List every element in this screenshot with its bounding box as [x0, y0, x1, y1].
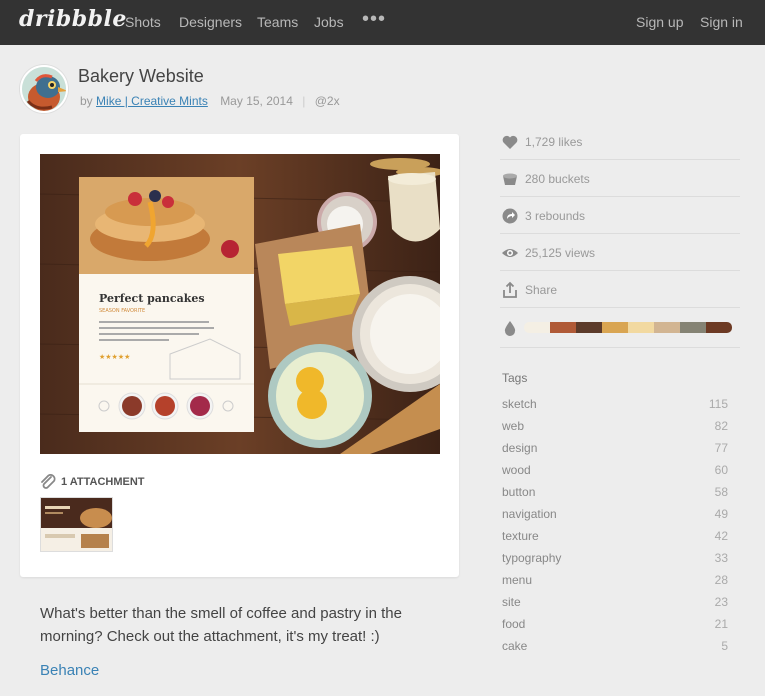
palette-swatch[interactable]	[654, 322, 680, 333]
nav-designers[interactable]: Designers	[179, 14, 242, 30]
tag-row[interactable]: web 82	[502, 419, 728, 441]
retina-badge[interactable]: @2x	[315, 94, 340, 108]
tag-count: 23	[714, 595, 728, 609]
palette-swatch[interactable]	[576, 322, 602, 333]
tag-row[interactable]: wood 60	[502, 463, 728, 485]
eye-icon	[502, 249, 518, 257]
likes-count: 1,729 likes	[525, 135, 583, 149]
tag-name[interactable]: button	[502, 485, 535, 499]
tag-count: 28	[714, 573, 728, 587]
tag-count: 115	[708, 397, 728, 411]
tag-count: 58	[714, 485, 728, 499]
share-label: Share	[525, 283, 558, 297]
tag-name[interactable]: typography	[502, 551, 561, 565]
author-link[interactable]: Mike | Creative Mints	[96, 94, 208, 108]
tag-row[interactable]: food 21	[502, 617, 728, 639]
card-subtitle: SEASON FAVORITE	[99, 308, 145, 314]
sign-in-link[interactable]: Sign in	[700, 14, 743, 30]
rebounds-count: 3 rebounds	[525, 209, 586, 223]
more-menu-icon[interactable]: •••	[362, 8, 386, 31]
shot-title: Bakery Website	[78, 66, 204, 86]
tag-name[interactable]: food	[502, 617, 525, 631]
shot-card: Perfect pancakes SEASON FAVORITE ★★★★★ 1…	[20, 134, 459, 577]
likes-stat[interactable]: 1,729 likes	[500, 123, 740, 160]
tag-row[interactable]: cake 5	[502, 639, 728, 661]
behance-link[interactable]: Behance	[40, 662, 99, 679]
shot-image[interactable]: Perfect pancakes SEASON FAVORITE ★★★★★	[40, 154, 440, 454]
shot-stats-sidebar: 1,729 likes 280 buckets 3 rebounds 25,12…	[500, 123, 740, 348]
share-stat[interactable]: Share	[500, 271, 740, 308]
buckets-stat[interactable]: 280 buckets	[500, 160, 740, 197]
tag-name[interactable]: wood	[502, 463, 531, 477]
tag-count: 42	[714, 529, 728, 543]
palette-swatch[interactable]	[680, 322, 706, 333]
shot-date: May 15, 2014	[220, 94, 293, 108]
tag-row[interactable]: site 23	[502, 595, 728, 617]
tag-name[interactable]: texture	[502, 529, 539, 543]
tag-row[interactable]: typography 33	[502, 551, 728, 573]
nav-jobs[interactable]: Jobs	[314, 14, 344, 30]
attachment-thumbnail[interactable]	[40, 497, 113, 552]
rebounds-stat[interactable]: 3 rebounds	[500, 197, 740, 234]
tag-count: 33	[714, 551, 728, 565]
tags-list: sketch 115 web 82 design 77 wood 60 button 58 navi…	[502, 397, 728, 661]
tag-count: 77	[714, 441, 728, 455]
tag-count: 49	[714, 507, 728, 521]
color-palette-row	[500, 308, 740, 348]
sign-up-link[interactable]: Sign up	[636, 14, 683, 30]
tag-name[interactable]: menu	[502, 573, 532, 587]
color-palette	[524, 322, 732, 333]
tag-row[interactable]: menu 28	[502, 573, 728, 595]
nav-teams[interactable]: Teams	[257, 14, 298, 30]
views-stat: 25,125 views	[500, 234, 740, 271]
share-icon	[503, 281, 517, 298]
top-nav-bar: dribbble Shots Designers Teams Jobs ••• …	[0, 0, 765, 45]
tag-row[interactable]: sketch 115	[502, 397, 728, 419]
tag-name[interactable]: web	[502, 419, 524, 433]
bucket-icon	[503, 173, 517, 185]
tag-name[interactable]: navigation	[502, 507, 557, 521]
dribbble-logo[interactable]: dribbble	[19, 6, 127, 32]
card-stars: ★★★★★	[99, 353, 130, 361]
by-label: by	[80, 94, 93, 108]
tag-name[interactable]: cake	[502, 639, 527, 653]
tag-count: 82	[714, 419, 728, 433]
tags-title: Tags	[502, 371, 528, 385]
heart-icon	[502, 135, 518, 149]
paperclip-icon	[41, 474, 56, 489]
palette-swatch[interactable]	[550, 322, 576, 333]
bird-avatar-image	[22, 67, 66, 111]
byline-separator: |	[302, 94, 306, 108]
tag-name[interactable]: design	[502, 441, 537, 455]
palette-swatch[interactable]	[628, 322, 654, 333]
palette-swatch[interactable]	[706, 322, 732, 333]
tag-row[interactable]: navigation 49	[502, 507, 728, 529]
rebound-icon	[502, 208, 518, 224]
shot-description: What's better than the smell of coffee a…	[40, 605, 402, 645]
card-title: Perfect pancakes	[99, 292, 205, 305]
palette-swatch[interactable]	[602, 322, 628, 333]
tag-count: 21	[714, 617, 728, 631]
nav-shots[interactable]: Shots	[125, 14, 161, 30]
views-count: 25,125 views	[525, 246, 596, 260]
tag-count: 5	[721, 639, 728, 653]
author-avatar[interactable]	[20, 65, 68, 113]
palette-swatch[interactable]	[524, 322, 550, 333]
tag-row[interactable]: texture 42	[502, 529, 728, 551]
tag-name[interactable]: site	[502, 595, 521, 609]
tag-name[interactable]: sketch	[502, 397, 537, 411]
attachment-count: 1 ATTACHMENT	[61, 476, 145, 488]
tag-row[interactable]: button 58	[502, 485, 728, 507]
droplet-icon	[504, 321, 516, 336]
buckets-count: 280 buckets	[525, 172, 590, 186]
shot-byline: by Mike | Creative Mints May 15, 2014 | …	[80, 94, 340, 108]
tag-count: 60	[714, 463, 728, 477]
shot-header: Bakery Website by Mike | Creative Mints …	[20, 65, 620, 115]
tag-row[interactable]: design 77	[502, 441, 728, 463]
